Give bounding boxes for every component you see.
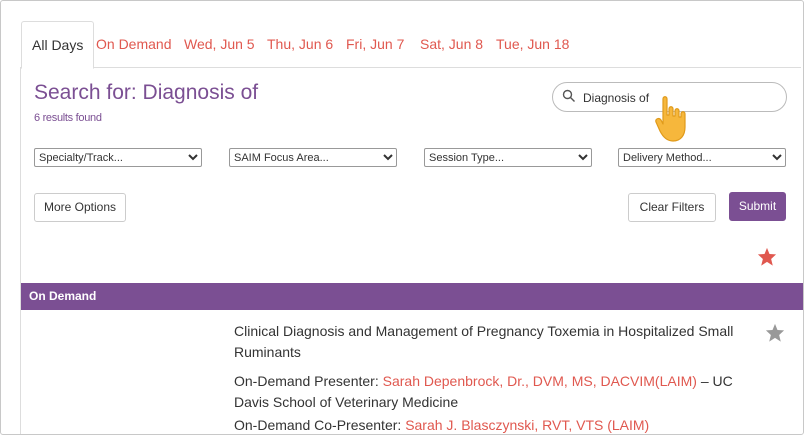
saim-focus-area-select[interactable]: SAIM Focus Area... — [229, 148, 397, 167]
session-star-icon[interactable] — [765, 323, 785, 342]
tab-wed-jun-5[interactable]: Wed, Jun 5 — [184, 21, 255, 68]
tab-fri-jun-7[interactable]: Fri, Jun 7 — [346, 21, 404, 68]
copresenter-line: On-Demand Co-Presenter: Sarah J. Blasczy… — [234, 415, 734, 434]
delivery-method-select[interactable]: Delivery Method... — [618, 148, 786, 167]
search-icon — [562, 89, 575, 102]
submit-button[interactable]: Submit — [729, 192, 786, 221]
presenter-link[interactable]: Sarah Depenbrock, Dr., DVM, MS, DACVIM(L… — [383, 373, 697, 389]
session-type-select[interactable]: Session Type... — [424, 148, 592, 167]
tab-all-days[interactable]: All Days — [21, 21, 95, 69]
copresenter-link[interactable]: Sarah J. Blasczynski, RVT, VTS (LAIM) — [405, 417, 649, 433]
presenter-line: On-Demand Presenter: Sarah Depenbrock, D… — [234, 371, 734, 413]
section-header-on-demand: On Demand — [21, 283, 803, 310]
copresenter-label: On-Demand Co-Presenter: — [234, 417, 406, 433]
tab-sat-jun-8[interactable]: Sat, Jun 8 — [420, 21, 483, 68]
tab-tue-jun-18[interactable]: Tue, Jun 18 — [496, 21, 569, 68]
specialty-track-select[interactable]: Specialty/Track... — [34, 148, 202, 167]
more-options-button[interactable]: More Options — [34, 193, 126, 222]
hand-cursor-icon — [655, 96, 686, 142]
day-tabs: All Days On Demand Wed, Jun 5 Thu, Jun 6… — [21, 21, 783, 69]
session-title[interactable]: Clinical Diagnosis and Management of Pre… — [234, 321, 734, 363]
page-frame: All Days On Demand Wed, Jun 5 Thu, Jun 6… — [0, 0, 804, 435]
page-title: Search for: Diagnosis of — [34, 81, 259, 104]
favorites-star-icon[interactable] — [757, 247, 777, 266]
tab-thu-jun-6[interactable]: Thu, Jun 6 — [267, 21, 333, 68]
results-count: 6 results found — [34, 112, 102, 124]
presenter-label: On-Demand Presenter: — [234, 373, 383, 389]
tab-on-demand[interactable]: On Demand — [96, 21, 171, 68]
clear-filters-button[interactable]: Clear Filters — [628, 193, 716, 222]
